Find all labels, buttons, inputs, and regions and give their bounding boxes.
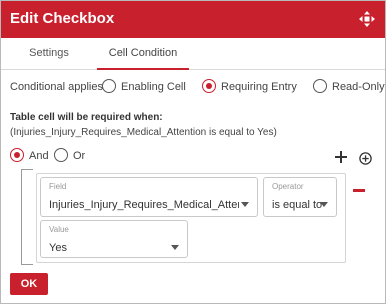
- radio-circle: [202, 79, 216, 93]
- radio-label: Read-Only: [332, 81, 385, 93]
- radio-circle: [54, 148, 68, 162]
- dialog-title: Edit Checkbox: [10, 10, 115, 27]
- ok-button[interactable]: OK: [10, 273, 48, 295]
- tab-cell-condition[interactable]: Cell Condition: [97, 38, 189, 70]
- remove-condition-minus-icon[interactable]: [353, 189, 365, 192]
- condition-group-bracket: [21, 169, 33, 265]
- conditional-applies-row: Conditional applies to Enabling Cell Req…: [10, 79, 385, 95]
- dialog-titlebar: Edit Checkbox: [1, 1, 385, 38]
- operator-label: Operator: [272, 182, 304, 191]
- radio-label: Enabling Cell: [121, 81, 186, 93]
- operator-select[interactable]: Operator is equal to: [263, 177, 337, 217]
- value-value: Yes: [49, 242, 67, 254]
- requirement-title: Table cell will be required when:: [10, 112, 163, 123]
- conditional-applies-label: Conditional applies to: [10, 81, 116, 93]
- tab-settings[interactable]: Settings: [19, 38, 79, 70]
- value-select[interactable]: Value Yes: [40, 220, 188, 258]
- field-value: Injuries_Injury_Requires_Medical_Attenti…: [49, 199, 239, 211]
- radio-circle: [10, 148, 24, 162]
- chevron-down-icon: [320, 202, 328, 207]
- edit-checkbox-dialog: Edit Checkbox Settings Cell Condition Co…: [0, 0, 386, 304]
- value-label: Value: [49, 225, 69, 234]
- operator-value: is equal to: [272, 199, 323, 211]
- radio-label: Requiring Entry: [221, 81, 297, 93]
- logic-operator-row: And Or: [10, 148, 130, 164]
- radio-label: Or: [73, 150, 86, 162]
- radio-label: And: [29, 150, 49, 162]
- field-label: Field: [49, 182, 67, 191]
- field-select[interactable]: Field Injuries_Injury_Requires_Medical_A…: [40, 177, 258, 217]
- requirement-expression: (Injuries_Injury_Requires_Medical_Attent…: [10, 127, 277, 138]
- add-condition-plus-icon[interactable]: [335, 151, 347, 163]
- radio-circle: [313, 79, 327, 93]
- radio-circle: [102, 79, 116, 93]
- chevron-down-icon: [171, 245, 179, 250]
- move-arrows-icon[interactable]: [359, 11, 375, 27]
- chevron-down-icon: [241, 202, 249, 207]
- tab-bar: Settings Cell Condition: [1, 38, 385, 70]
- add-group-circle-plus-icon[interactable]: [359, 152, 372, 165]
